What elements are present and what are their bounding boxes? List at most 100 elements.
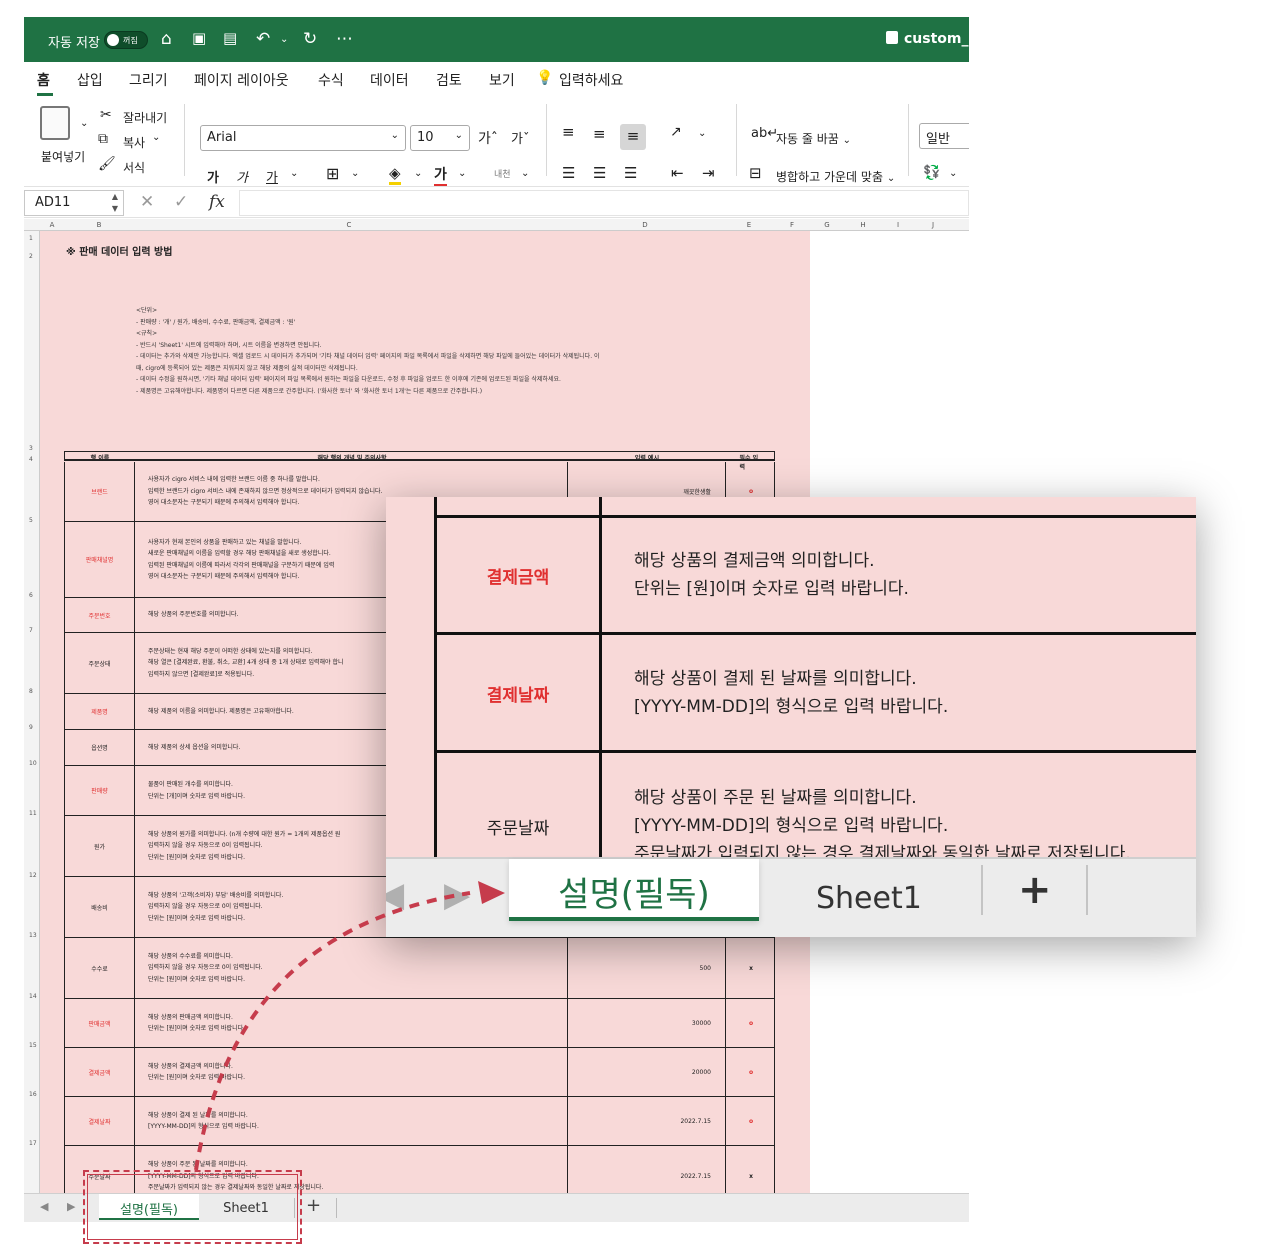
row-desc-cell[interactable]: 해당 상품의 판매금액 의미합니다. 단위는 [원]이며 숫자로 입력 바랍니다.: [135, 999, 568, 1047]
insert-function-button[interactable]: fx: [209, 192, 225, 212]
row-header[interactable]: 13: [29, 932, 37, 939]
copy-dropdown-icon[interactable]: ⌄: [152, 132, 160, 143]
row-desc-cell[interactable]: 해당 상품의 수수료를 의미합니다. 입력하지 않을 경우 자동으로 0이 입력됩…: [135, 938, 568, 998]
row-name-cell[interactable]: 판매채널명: [65, 522, 135, 597]
row-header[interactable]: 12: [29, 872, 37, 879]
font-color-button[interactable]: 가: [434, 164, 447, 187]
paste-icon[interactable]: [40, 106, 70, 140]
add-sheet-button[interactable]: +: [306, 1195, 321, 1216]
table-row[interactable]: 결제날짜 해당 상품이 결제 된 날짜를 의미합니다. [YYYY-MM-DD]의 …: [64, 1097, 775, 1146]
decrease-indent-icon[interactable]: ⇤: [671, 164, 684, 182]
column-header[interactable]: E: [747, 221, 751, 229]
italic-button[interactable]: 가: [236, 167, 248, 186]
row-required-cell[interactable]: o: [726, 1048, 776, 1096]
column-header[interactable]: G: [824, 221, 829, 229]
format-painter-icon[interactable]: 🖌: [98, 156, 116, 172]
bold-button[interactable]: 가: [207, 167, 219, 186]
fill-dropdown-icon[interactable]: ⌄: [414, 168, 422, 179]
column-header[interactable]: H: [860, 221, 865, 229]
column-header[interactable]: J: [932, 221, 934, 229]
currency-icon[interactable]: 💱: [923, 165, 940, 181]
font-name-select[interactable]: Arial ⌄: [200, 125, 406, 151]
scissors-icon[interactable]: ✂: [100, 107, 112, 123]
underline-dropdown-icon[interactable]: ⌄: [290, 168, 298, 179]
copy-label[interactable]: 복사: [123, 134, 145, 151]
orientation-icon[interactable]: ↗: [670, 124, 682, 140]
row-header[interactable]: 7: [29, 627, 33, 634]
tab-data[interactable]: 데이터: [370, 70, 409, 90]
column-header[interactable]: A: [50, 221, 55, 229]
grow-font-button[interactable]: 가ˆ: [478, 128, 498, 148]
zoom-sheet-tab-instructions[interactable]: 설명(필독): [509, 859, 759, 921]
redo-icon[interactable]: ↻: [303, 29, 317, 49]
enter-icon[interactable]: ✓: [174, 192, 188, 212]
number-format-select[interactable]: 일반: [919, 123, 969, 149]
row-header[interactable]: 6: [29, 592, 33, 599]
table-row[interactable]: 판매금액 해당 상품의 판매금액 의미합니다. 단위는 [원]이며 숫자로 입력 바…: [64, 999, 775, 1048]
undo-dropdown-icon[interactable]: ⌄: [280, 34, 288, 45]
row-name-cell[interactable]: 제품명: [65, 694, 135, 729]
row-header[interactable]: 4: [29, 456, 33, 463]
orientation-dropdown-icon[interactable]: ⌄: [698, 128, 706, 139]
row-name-cell[interactable]: 결제금액: [65, 1048, 135, 1096]
phonetic-dropdown-icon[interactable]: ⌄: [521, 168, 529, 179]
increase-indent-icon[interactable]: ⇥: [702, 164, 715, 182]
next-sheet-icon[interactable]: ▶: [67, 1200, 75, 1213]
align-top-icon[interactable]: ≡: [562, 123, 575, 141]
column-header[interactable]: B: [97, 221, 102, 229]
column-header[interactable]: D: [642, 221, 647, 229]
row-header[interactable]: 11: [29, 810, 37, 817]
row-desc-cell[interactable]: 해당 상품의 결제금액 의미합니다. 단위는 [원]이며 숫자로 입력 바랍니다.: [135, 1048, 568, 1096]
row-name-cell[interactable]: 판매금액: [65, 999, 135, 1047]
row-header[interactable]: 2: [29, 253, 33, 260]
save-icon[interactable]: ▣: [192, 29, 206, 47]
tab-view[interactable]: 보기: [489, 70, 515, 90]
tell-me-input[interactable]: 입력하세요: [559, 70, 623, 90]
cut-label[interactable]: 잘라내기: [123, 109, 167, 126]
column-header[interactable]: C: [347, 221, 352, 229]
row-header[interactable]: 17: [29, 1140, 37, 1147]
autosave-toggle[interactable]: 꺼짐: [104, 31, 148, 49]
row-example-cell[interactable]: 30000: [568, 999, 726, 1047]
font-color-dropdown-icon[interactable]: ⌄: [458, 168, 466, 179]
formula-input[interactable]: [239, 190, 969, 216]
borders-icon[interactable]: ⊞: [326, 164, 339, 183]
align-bottom-icon[interactable]: ≡: [620, 124, 646, 150]
tab-review[interactable]: 검토: [436, 70, 462, 90]
name-box[interactable]: AD11 ▲ ▼: [24, 190, 124, 216]
more-icon[interactable]: ⋯: [336, 29, 353, 49]
shrink-font-button[interactable]: 가ˇ: [511, 128, 529, 147]
row-header[interactable]: 9: [29, 724, 33, 731]
merge-center-icon[interactable]: ⊟: [749, 164, 762, 182]
row-name-cell[interactable]: 원가: [65, 816, 135, 876]
phonetic-button[interactable]: 내천: [494, 167, 511, 180]
tab-insert[interactable]: 삽입: [77, 70, 103, 90]
row-desc-cell[interactable]: 해당 상품이 결제 된 날짜를 의미합니다. [YYYY-MM-DD]의 형식으로…: [135, 1097, 568, 1145]
currency-dropdown-icon[interactable]: ⌄: [949, 168, 957, 179]
row-header[interactable]: 14: [29, 993, 37, 1000]
tab-page-layout[interactable]: 페이지 레이아웃: [194, 70, 289, 90]
row-header[interactable]: 5: [29, 517, 33, 524]
row-name-cell[interactable]: 배송비: [65, 877, 135, 937]
home-icon[interactable]: ⌂: [161, 29, 172, 49]
zoom-sheet-tab-sheet1[interactable]: Sheet1: [816, 881, 922, 916]
prev-sheet-icon[interactable]: ◀: [40, 1200, 48, 1213]
row-required-cell[interactable]: o: [726, 999, 776, 1047]
row-header[interactable]: 1: [29, 235, 33, 242]
wrap-text-icon[interactable]: ab↵: [751, 126, 778, 141]
row-name-cell[interactable]: 주문번호: [65, 598, 135, 632]
row-name-cell[interactable]: 옵션명: [65, 730, 135, 765]
row-header[interactable]: 3: [29, 445, 33, 452]
format-label[interactable]: 서식: [123, 159, 145, 176]
underline-button[interactable]: 가: [266, 167, 278, 186]
row-name-cell[interactable]: 주문상태: [65, 633, 135, 693]
align-left-icon[interactable]: ☰: [562, 164, 575, 182]
merge-center-button[interactable]: 병합하고 가운데 맞춤 ⌄: [776, 168, 895, 185]
row-name-cell[interactable]: 판매량: [65, 766, 135, 815]
prev-sheet-icon[interactable]: ◀: [386, 875, 404, 915]
table-row[interactable]: 수수료 해당 상품의 수수료를 의미합니다. 입력하지 않을 경우 자동으로 0이 …: [64, 938, 775, 999]
tab-formulas[interactable]: 수식: [318, 70, 344, 90]
copy-icon[interactable]: ⧉: [98, 131, 108, 147]
tab-draw[interactable]: 그리기: [129, 70, 168, 90]
row-required-cell[interactable]: x: [726, 938, 776, 998]
